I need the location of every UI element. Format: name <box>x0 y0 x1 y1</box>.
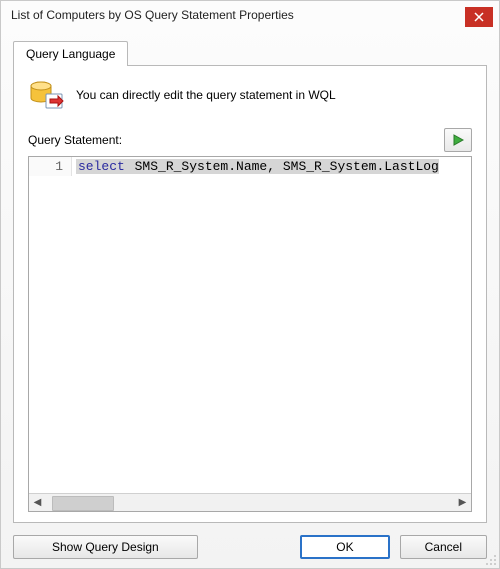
play-icon <box>452 134 464 146</box>
cancel-button[interactable]: Cancel <box>400 535 487 559</box>
line-number: 1 <box>29 157 72 176</box>
ok-button[interactable]: OK <box>300 535 389 559</box>
database-export-icon <box>28 80 64 110</box>
keyword-select: select <box>76 159 127 174</box>
statement-header: Query Statement: <box>28 128 472 152</box>
window-title: List of Computers by OS Query Statement … <box>11 8 294 22</box>
tab-page: You can directly edit the query statemen… <box>13 65 487 523</box>
resize-grip-icon <box>483 552 497 566</box>
close-icon <box>474 12 484 22</box>
tabstrip: Query Language <box>13 39 487 65</box>
scroll-left-button[interactable]: ◀ <box>29 494 46 511</box>
hint-text: You can directly edit the query statemen… <box>76 88 336 102</box>
titlebar: List of Computers by OS Query Statement … <box>1 1 499 29</box>
hint-row: You can directly edit the query statemen… <box>28 80 472 110</box>
client-area: Query Language You can directly edit the… <box>1 29 499 523</box>
resize-grip[interactable] <box>483 552 497 566</box>
close-button[interactable] <box>465 7 493 27</box>
dialog-window: List of Computers by OS Query Statement … <box>0 0 500 569</box>
scroll-thumb[interactable] <box>52 496 114 511</box>
code-text[interactable]: select SMS_R_System.Name, SMS_R_System.L… <box>72 157 471 176</box>
code-rest: SMS_R_System.Name, SMS_R_System.LastLog <box>127 159 439 174</box>
editor-viewport: 1 select SMS_R_System.Name, SMS_R_System… <box>29 157 471 493</box>
scroll-track[interactable] <box>46 494 454 511</box>
run-query-button[interactable] <box>444 128 472 152</box>
horizontal-scrollbar[interactable]: ◀ ▶ <box>29 493 471 511</box>
code-line-1: 1 select SMS_R_System.Name, SMS_R_System… <box>29 157 471 176</box>
tab-query-language[interactable]: Query Language <box>13 41 128 66</box>
tab-label: Query Language <box>26 47 115 61</box>
query-editor[interactable]: 1 select SMS_R_System.Name, SMS_R_System… <box>28 156 472 512</box>
scroll-right-button[interactable]: ▶ <box>454 494 471 511</box>
statement-label: Query Statement: <box>28 133 122 147</box>
button-row: Show Query Design OK Cancel <box>1 523 499 559</box>
show-query-design-button[interactable]: Show Query Design <box>13 535 198 559</box>
